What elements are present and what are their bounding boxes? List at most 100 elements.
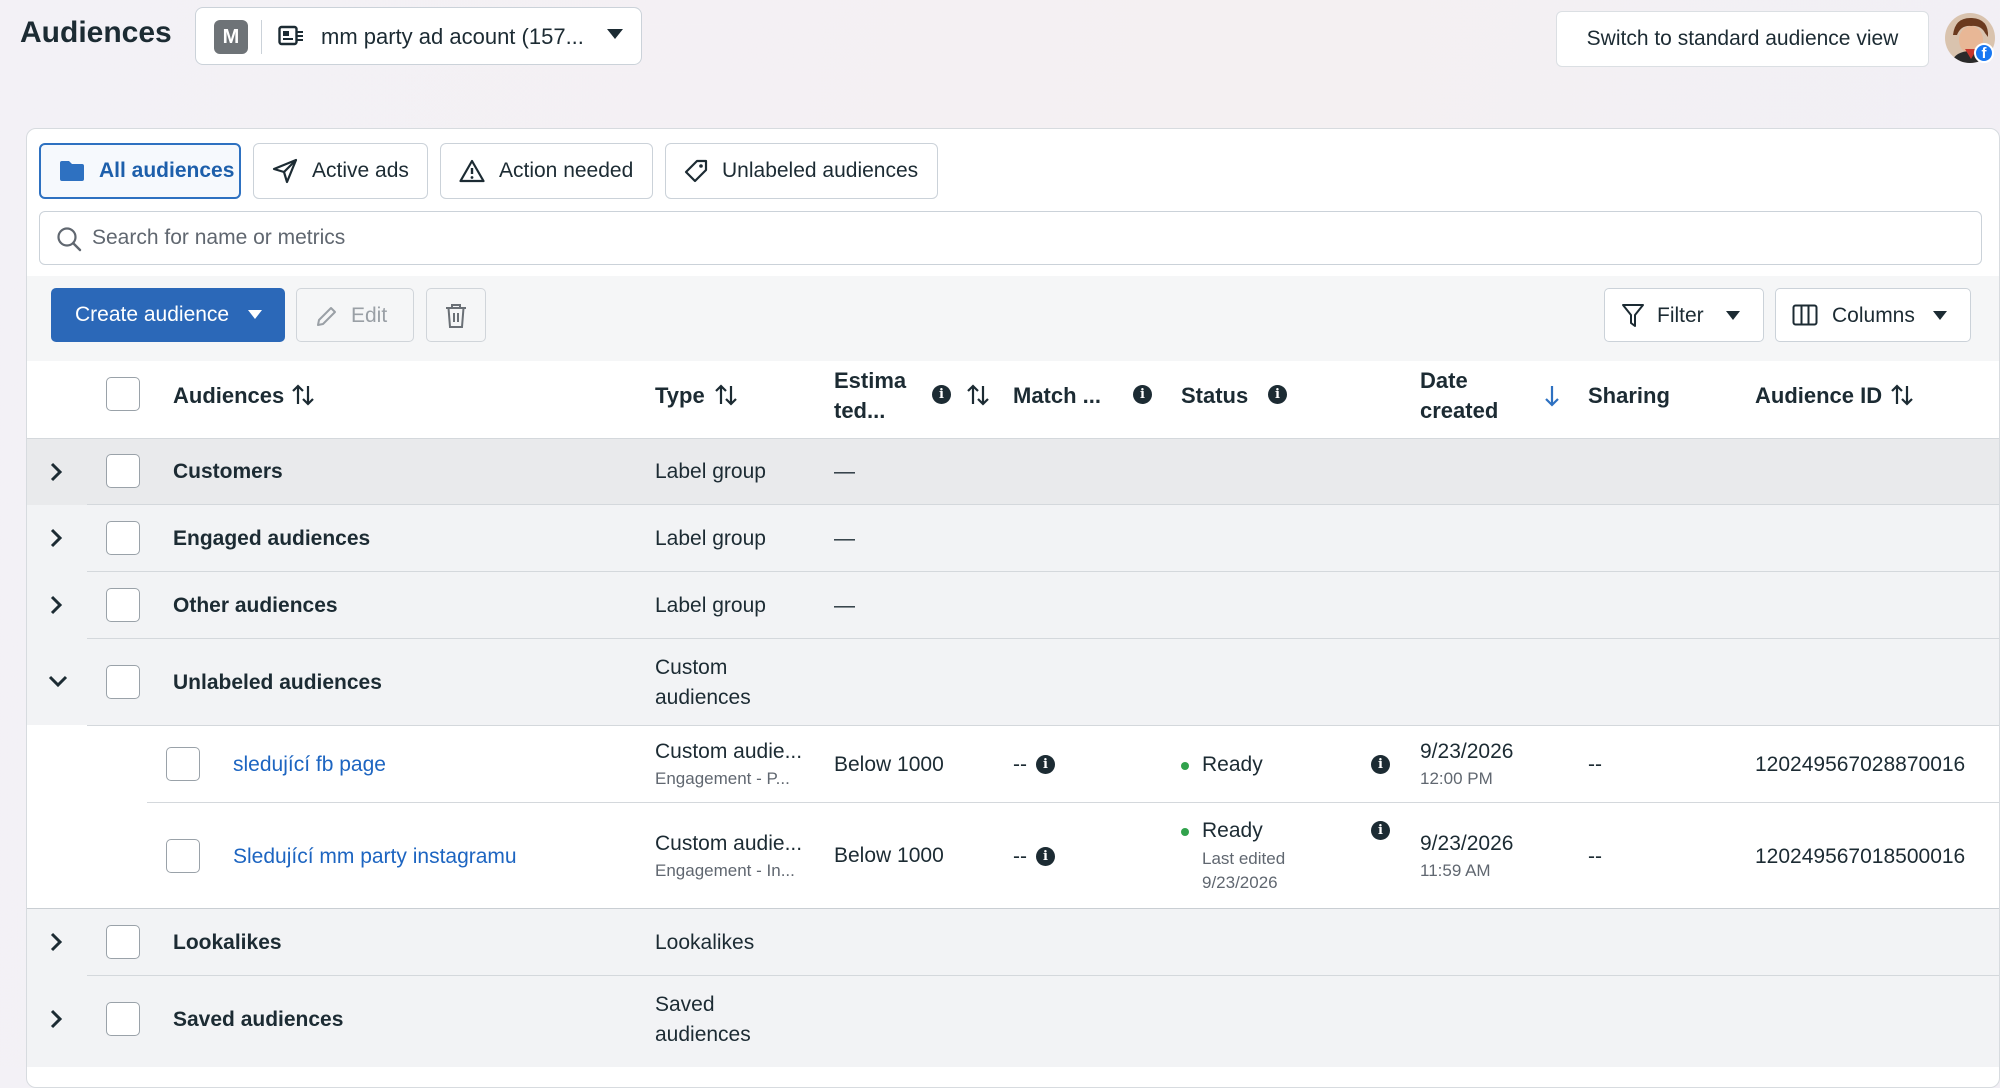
audience-name: Unlabeled audiences [173, 671, 382, 694]
column-header-date-created-line2: created [1420, 398, 1499, 423]
filter-label: Filter [1657, 304, 1704, 327]
page-title: Audiences [20, 16, 172, 49]
sort-desc-icon[interactable] [1543, 384, 1561, 408]
tab-action-needed[interactable]: Action needed [440, 143, 653, 199]
edit-button[interactable]: Edit [296, 288, 414, 342]
status-dot [1181, 762, 1189, 770]
tab-label: Unlabeled audiences [722, 159, 919, 182]
tab-all-audiences[interactable]: All audiences [39, 143, 241, 199]
search-input[interactable]: Search for name or metrics [39, 211, 1982, 265]
info-icon[interactable]: i [1371, 821, 1390, 840]
row-checkbox[interactable] [106, 665, 140, 699]
sort-icon[interactable] [966, 383, 990, 407]
time-created: 11:59 AM [1420, 861, 1491, 880]
audience-name-link[interactable]: Sledující mm party instagramu [233, 845, 517, 869]
info-icon[interactable]: i [932, 385, 951, 404]
caret-down-icon [1933, 311, 1947, 320]
sharing: -- [1588, 845, 1602, 868]
audience-subtype: Engagement - P... [655, 769, 790, 788]
search-placeholder: Search for name or metrics [92, 226, 346, 249]
column-header-audience-id[interactable]: Audience ID [1755, 383, 1882, 409]
row-checkbox[interactable] [106, 588, 140, 622]
audience-name: Other audiences [173, 594, 338, 617]
date-created: 9/23/2026 [1420, 740, 1514, 763]
row-checkbox[interactable] [106, 925, 140, 959]
row-checkbox[interactable] [106, 454, 140, 488]
send-icon [272, 158, 298, 184]
column-header-type[interactable]: Type [655, 383, 705, 409]
info-icon[interactable]: i [1268, 385, 1287, 404]
caret-down-icon [607, 29, 623, 39]
table-row[interactable]: Lookalikes Lookalikes [27, 909, 1999, 976]
estimated-size: — [834, 460, 855, 483]
sort-icon[interactable] [1890, 383, 1914, 407]
audience-type: Custom audie... [655, 832, 803, 855]
tab-label: Active ads [312, 159, 409, 182]
sort-icon[interactable] [291, 383, 315, 407]
column-header-estimated[interactable]: Estima [834, 368, 906, 394]
info-icon[interactable]: i [1036, 847, 1055, 866]
chevron-down-icon[interactable] [47, 674, 69, 688]
audience-name: Saved audiences [173, 1008, 344, 1031]
info-icon[interactable]: i [1133, 385, 1152, 404]
info-icon[interactable]: i [1036, 755, 1055, 774]
audience-name: Engaged audiences [173, 527, 371, 550]
columns-label: Columns [1832, 304, 1915, 327]
columns-button[interactable]: Columns [1775, 288, 1971, 342]
table-row[interactable]: sledující fb page Custom audie... Engage… [27, 725, 1999, 803]
filter-button[interactable]: Filter [1604, 288, 1764, 342]
audience-name: Customers [173, 460, 283, 483]
table-row[interactable]: Engaged audiences Label group — [27, 505, 1999, 572]
column-header-audiences[interactable]: Audiences [173, 383, 284, 409]
chevron-right-icon[interactable] [49, 461, 63, 483]
estimated-size: — [834, 527, 855, 550]
table-row[interactable]: Other audiences Label group — [27, 572, 1999, 639]
column-header-date-created[interactable]: Date [1420, 368, 1468, 394]
chevron-right-icon[interactable] [49, 594, 63, 616]
status-last-edited: Last edited [1202, 849, 1286, 868]
estimated-size: — [834, 594, 855, 617]
audience-name-link[interactable]: sledující fb page [233, 753, 386, 777]
folder-icon [60, 161, 84, 181]
edit-label: Edit [351, 304, 388, 327]
sharing: -- [1588, 753, 1602, 776]
audience-id: 120249567028870016 [1755, 753, 1966, 776]
facebook-icon: f [1974, 43, 1994, 63]
row-checkbox[interactable] [166, 839, 200, 873]
row-checkbox[interactable] [166, 747, 200, 781]
table-row[interactable]: Unlabeled audiences Custom audiences [27, 639, 1999, 725]
account-badge: M [214, 20, 248, 54]
delete-button[interactable] [426, 288, 486, 342]
audience-type: Custom [655, 656, 728, 679]
account-name: mm party ad acount (157... [321, 24, 584, 49]
table-row[interactable]: Sledující mm party instagramu Custom aud… [27, 803, 1999, 909]
column-header-sharing[interactable]: Sharing [1588, 383, 1670, 409]
create-audience-button[interactable]: Create audience [51, 288, 285, 342]
info-icon[interactable]: i [1371, 755, 1390, 774]
switch-view-button[interactable]: Switch to standard audience view [1556, 11, 1929, 67]
audience-type: Label group [655, 527, 766, 550]
caret-down-icon [1726, 311, 1740, 320]
match-rate: -- [1013, 753, 1027, 776]
column-header-status[interactable]: Status [1181, 383, 1248, 409]
sort-icon[interactable] [714, 383, 738, 407]
select-all-checkbox[interactable] [106, 377, 140, 411]
chevron-right-icon[interactable] [49, 527, 63, 549]
ad-account-select[interactable]: M mm party ad acount (157... [195, 7, 642, 65]
chevron-right-icon[interactable] [49, 931, 63, 953]
tag-icon [684, 159, 708, 183]
table-row[interactable]: Customers Label group — [27, 439, 1999, 505]
audience-type: Label group [655, 594, 766, 617]
match-rate: -- [1013, 845, 1027, 868]
tab-unlabeled-audiences[interactable]: Unlabeled audiences [665, 143, 938, 199]
row-checkbox[interactable] [106, 1002, 140, 1036]
row-checkbox[interactable] [106, 521, 140, 555]
status-text: Ready [1202, 819, 1263, 842]
chevron-right-icon[interactable] [49, 1008, 63, 1030]
ad-account-icon [278, 25, 303, 46]
tab-active-ads[interactable]: Active ads [253, 143, 428, 199]
audience-type: Label group [655, 460, 766, 483]
caret-down-icon [248, 310, 262, 319]
table-row[interactable]: Saved audiences Saved audiences [27, 976, 1999, 1067]
column-header-match[interactable]: Match ... [1013, 383, 1101, 409]
